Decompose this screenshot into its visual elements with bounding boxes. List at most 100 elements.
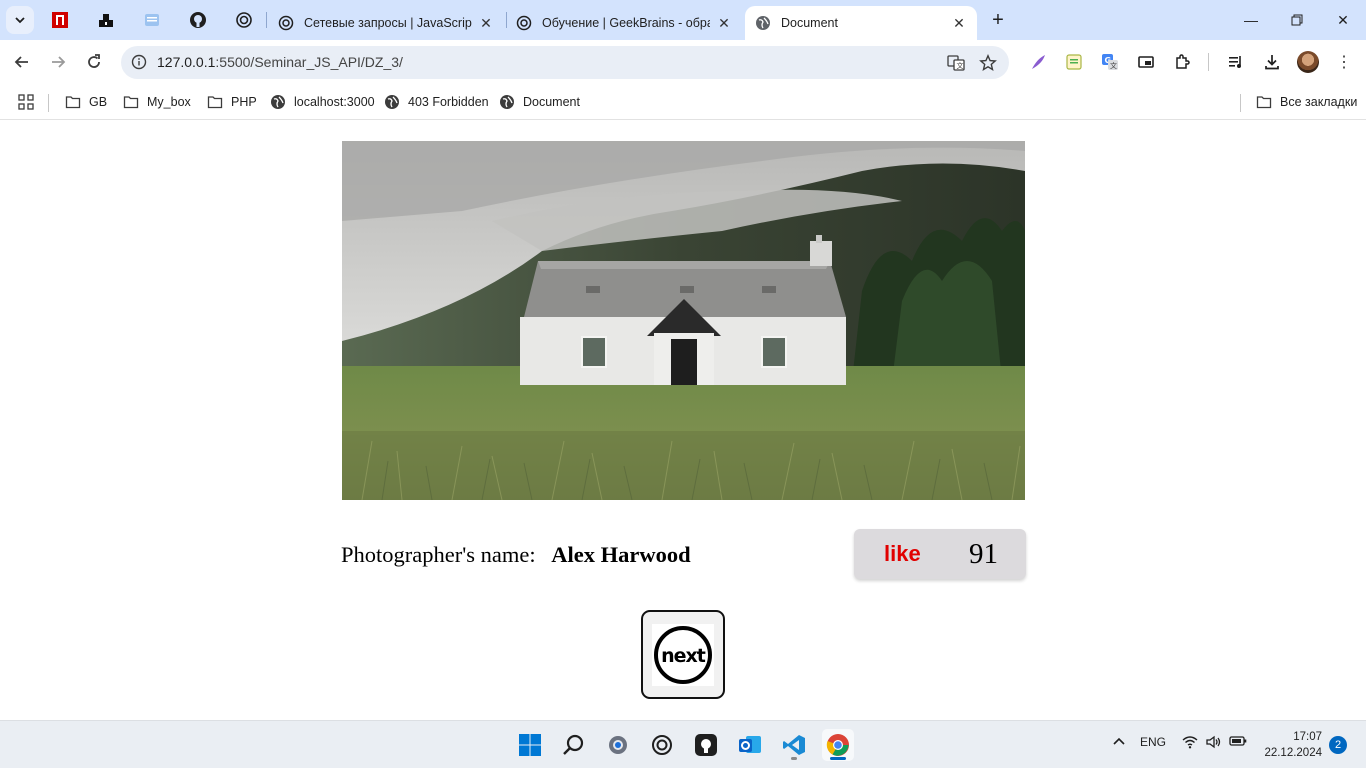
pinned-tab-habr[interactable]	[46, 6, 74, 34]
bookmark-folder-gb[interactable]: GB	[65, 92, 107, 112]
toolbar-separator	[1208, 53, 1209, 71]
tab-separator	[266, 12, 267, 28]
vscode-icon	[783, 735, 805, 755]
forward-button[interactable]	[44, 48, 72, 76]
all-bookmarks-button[interactable]: Все закладки	[1256, 92, 1357, 112]
settings-app[interactable]	[602, 729, 634, 761]
download-icon[interactable]	[1260, 50, 1284, 74]
habr-icon	[52, 12, 68, 28]
tab-strip: Сетевые запросы | JavaScript п ✕ Обучени…	[0, 0, 1366, 40]
wifi-icon[interactable]	[1180, 735, 1200, 749]
all-bookmarks-label: Все закладки	[1280, 95, 1358, 109]
vscode-app[interactable]	[778, 729, 810, 761]
language-indicator[interactable]: ENG	[1138, 735, 1168, 749]
chrome-app[interactable]	[822, 729, 854, 761]
bookmark-star-icon[interactable]	[977, 52, 999, 74]
folder-icon	[1256, 96, 1272, 109]
folder-icon	[207, 96, 223, 109]
outlook-app[interactable]	[734, 729, 766, 761]
windows-start-button[interactable]	[514, 729, 546, 761]
openai-icon	[652, 735, 672, 755]
profile-avatar[interactable]	[1297, 51, 1319, 73]
page-content: Photographer's name: Alex Harwood like 9…	[0, 121, 1366, 720]
minimize-button[interactable]: —	[1228, 0, 1274, 40]
bookmark-label: My_box	[147, 95, 191, 109]
gear-icon	[609, 736, 627, 754]
globe-icon	[271, 95, 285, 109]
notification-badge[interactable]: 2	[1329, 736, 1347, 754]
site-info-icon[interactable]	[129, 52, 149, 72]
pinned-tab-github[interactable]	[184, 6, 212, 34]
translate-icon[interactable]: 文	[945, 52, 967, 74]
close-tab-icon[interactable]: ✕	[716, 15, 732, 31]
active-indicator	[830, 757, 846, 760]
menu-kebab-icon[interactable]: ⋮	[1334, 52, 1354, 72]
reload-icon	[88, 54, 100, 68]
photographer-label: Photographer's name:	[341, 542, 536, 567]
bookmark-document[interactable]: Document	[499, 92, 580, 112]
next-icon-label: next	[661, 645, 706, 667]
pinned-tab-3[interactable]	[138, 6, 166, 34]
svg-text:文: 文	[1110, 61, 1117, 70]
bookmark-folder-php[interactable]: PHP	[207, 92, 257, 112]
bookmark-label: 403 Forbidden	[408, 95, 489, 109]
openai-icon	[236, 12, 252, 28]
tab-network-requests[interactable]: Сетевые запросы | JavaScript п ✕	[268, 6, 504, 40]
tab-title: Обучение | GeekBrains - образ	[542, 16, 710, 30]
bookmark-label: PHP	[231, 95, 257, 109]
globe-icon	[385, 95, 399, 109]
back-button[interactable]	[8, 48, 36, 76]
url-path: :5500/Seminar_JS_API/DZ_3/	[215, 54, 403, 70]
github-desktop-app[interactable]	[690, 729, 722, 761]
close-window-button[interactable]: ✕	[1320, 0, 1366, 40]
folder-icon	[65, 96, 81, 109]
system-clock[interactable]: 17:07 22.12.2024	[1258, 729, 1322, 761]
restore-icon	[1291, 14, 1303, 26]
bookmark-label: Document	[523, 95, 580, 109]
new-tab-button[interactable]: +	[984, 6, 1012, 34]
media-control-icon[interactable]	[1224, 50, 1248, 74]
globe-icon	[756, 16, 770, 30]
apps-grid-icon[interactable]	[18, 92, 42, 112]
blocks-icon	[99, 14, 113, 27]
bookmark-localhost[interactable]: localhost:3000	[270, 92, 375, 112]
unsplash-photo	[342, 141, 1025, 500]
close-tab-icon[interactable]: ✕	[951, 15, 967, 31]
next-button[interactable]: next	[641, 610, 725, 699]
chrome-icon	[826, 734, 849, 756]
like-button[interactable]: like	[884, 541, 921, 567]
volume-icon[interactable]	[1204, 735, 1224, 749]
search-icon	[563, 734, 584, 755]
address-bar[interactable]: 127.0.0.1:5500/Seminar_JS_API/DZ_3/ 文	[121, 46, 1009, 79]
feather-extension-icon[interactable]	[1026, 50, 1050, 74]
search-button[interactable]	[558, 729, 590, 761]
clock-date: 22.12.2024	[1264, 747, 1322, 759]
url-text[interactable]: 127.0.0.1:5500/Seminar_JS_API/DZ_3/	[157, 54, 403, 70]
bookmark-folder-my-box[interactable]: My_box	[123, 92, 191, 112]
pinned-tab-2[interactable]	[92, 6, 120, 34]
next-icon: next	[652, 623, 714, 686]
tab-document[interactable]: Document ✕	[745, 6, 977, 40]
chatgpt-app[interactable]	[646, 729, 678, 761]
restore-button[interactable]	[1274, 0, 1320, 40]
picture-in-picture-icon[interactable]	[1134, 50, 1158, 74]
bookmark-label: localhost:3000	[294, 95, 375, 109]
tab-geekbrains[interactable]: Обучение | GeekBrains - образ ✕	[506, 6, 742, 40]
pinned-tab-openai[interactable]	[230, 6, 258, 34]
extensions-icon[interactable]	[1170, 50, 1194, 74]
tray-overflow-chevron-icon[interactable]	[1110, 735, 1128, 749]
reload-button[interactable]	[80, 48, 108, 76]
openai-icon	[278, 15, 294, 31]
browser-toolbar: 127.0.0.1:5500/Seminar_JS_API/DZ_3/ 文 G文…	[0, 40, 1366, 85]
google-translate-icon[interactable]: G文	[1098, 50, 1122, 74]
bookmark-403-forbidden[interactable]: 403 Forbidden	[384, 92, 489, 112]
battery-icon[interactable]	[1228, 735, 1248, 747]
folder-icon	[123, 96, 139, 109]
clock-time: 17:07	[1293, 731, 1322, 743]
outlook-icon	[739, 736, 761, 753]
close-tab-icon[interactable]: ✕	[478, 15, 494, 31]
tab-search-button[interactable]	[6, 6, 34, 34]
arrow-right-icon	[52, 56, 66, 68]
sheet-extension-icon[interactable]	[1062, 50, 1086, 74]
bookmarks-separator	[48, 94, 49, 112]
